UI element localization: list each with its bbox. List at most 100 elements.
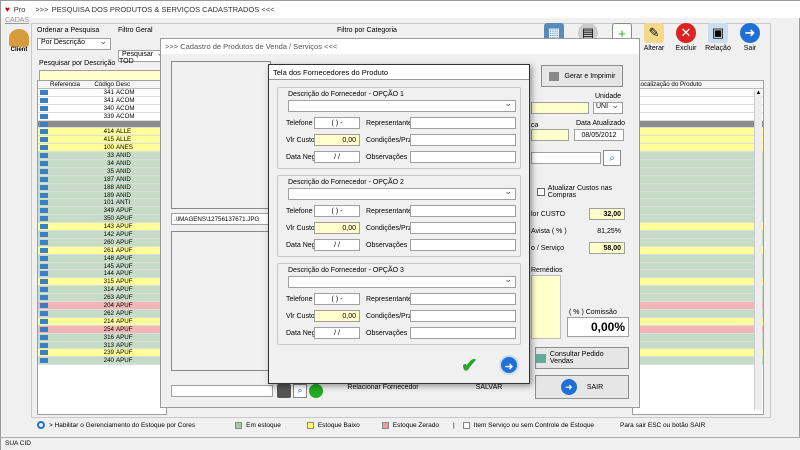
table-row[interactable]: 349 APUF: [38, 207, 166, 216]
product-image-box[interactable]: [171, 61, 271, 209]
table-row-right[interactable]: [633, 144, 763, 153]
table-row-right[interactable]: [633, 246, 763, 255]
table-row-right[interactable]: [633, 96, 763, 105]
table-row[interactable]: 142 APUF: [38, 231, 166, 239]
table-row[interactable]: 34 ANID: [38, 160, 166, 168]
table-row[interactable]: 35 ANID: [38, 167, 166, 176]
vlr-custo-field[interactable]: 0,00: [314, 134, 360, 146]
table-row-right[interactable]: [633, 191, 763, 200]
table-row-right[interactable]: [633, 262, 763, 271]
search-button[interactable]: ⌕: [603, 150, 621, 166]
table-row-right[interactable]: [633, 349, 763, 358]
table-row[interactable]: 262 APUF: [38, 309, 166, 318]
grid-scrollbar[interactable]: ▲: [754, 90, 762, 410]
products-grid[interactable]: Referencia Código Desc 341 ACOM 341 ACOM 340…: [37, 80, 167, 415]
table-row[interactable]: 340 ACOM: [38, 104, 166, 113]
toolbar-alterar-button[interactable]: ✎ Alterar: [639, 23, 669, 59]
telefone-field[interactable]: ( ) -: [314, 293, 360, 305]
client-button[interactable]: Client: [5, 29, 33, 61]
unidade-select[interactable]: UNI: [593, 100, 623, 114]
remedios-area[interactable]: [531, 275, 561, 339]
table-row[interactable]: 339 ACOM: [38, 112, 166, 121]
table-row[interactable]: 143 APUF: [38, 223, 166, 232]
scroll-up-icon[interactable]: ▲: [755, 90, 762, 96]
fornecedor-select[interactable]: [288, 274, 516, 288]
table-row[interactable]: 214 APUF: [38, 317, 166, 326]
table-row-right[interactable]: [633, 207, 763, 216]
table-row-right[interactable]: [633, 152, 763, 161]
avista-field[interactable]: 81,25%: [589, 225, 625, 237]
table-row-right[interactable]: [633, 104, 763, 113]
telefone-field[interactable]: ( ) -: [314, 205, 360, 217]
table-row-right[interactable]: [633, 254, 763, 263]
table-row-right[interactable]: [633, 270, 763, 279]
observacoes-field[interactable]: [410, 327, 516, 339]
cadastro-sair-button[interactable]: ➜ SAIR: [535, 375, 629, 399]
table-row-right[interactable]: [633, 302, 763, 310]
table-row[interactable]: 101 ANTI: [38, 199, 166, 208]
image-path-field[interactable]: .\IMAGENS\12756137671.JPG: [171, 213, 271, 225]
representante-field[interactable]: [410, 293, 516, 305]
table-row[interactable]: 341 ACOM: [38, 96, 166, 105]
habilitar-radio-icon[interactable]: [37, 421, 45, 429]
table-row[interactable]: 254 APUF: [38, 325, 166, 334]
ordenar-select[interactable]: Por Descrição: [37, 36, 111, 50]
table-row-right[interactable]: [633, 286, 763, 295]
vlr-custo-field[interactable]: 0,00: [314, 310, 360, 322]
data-neg-field[interactable]: / /: [314, 151, 360, 163]
table-row[interactable]: 239 APUF: [38, 349, 166, 358]
table-row[interactable]: 189 ANID: [38, 191, 166, 200]
header-desc[interactable]: Desc: [114, 81, 130, 88]
second-image-box[interactable]: [171, 231, 271, 371]
table-row[interactable]: 415 ALLE: [38, 136, 166, 145]
table-row-right[interactable]: [633, 199, 763, 208]
table-row[interactable]: 314 APUF: [38, 286, 166, 295]
gerar-imprimir-button[interactable]: Gerar e Imprimir: [541, 65, 623, 87]
table-row-right[interactable]: [633, 317, 763, 326]
zoom-icon[interactable]: ⌕: [293, 384, 307, 398]
table-row[interactable]: 144 APUF: [38, 270, 166, 279]
observacoes-field[interactable]: [410, 151, 516, 163]
ca-field[interactable]: [531, 129, 569, 141]
header-localizacao[interactable]: Localização do Produto: [633, 81, 763, 89]
atualizar-custos-checkbox[interactable]: Atualizar Custos nas Compras: [537, 185, 639, 199]
table-row[interactable]: 100 ANES: [38, 144, 166, 153]
header-referencia[interactable]: Referencia: [38, 81, 86, 88]
table-row-right[interactable]: [633, 309, 763, 318]
vlr-custo-field[interactable]: 0,00: [314, 222, 360, 234]
condicoes-field[interactable]: [410, 222, 516, 234]
table-row-right[interactable]: [633, 278, 763, 287]
custo-field[interactable]: 32,00: [589, 208, 625, 220]
table-row-right[interactable]: [633, 215, 763, 224]
toolbar-sair-button[interactable]: ➜ Sair: [735, 23, 765, 59]
table-row[interactable]: 145 APUF: [38, 262, 166, 271]
data-neg-field[interactable]: / /: [314, 327, 360, 339]
table-row[interactable]: [38, 120, 166, 129]
table-row[interactable]: 316 APUF: [38, 333, 166, 342]
table-row-right[interactable]: [633, 223, 763, 232]
table-row[interactable]: 204 APUF: [38, 302, 166, 310]
table-row[interactable]: 341 ACOM: [38, 89, 166, 97]
telefone-field[interactable]: ( ) -: [314, 117, 360, 129]
table-row[interactable]: 350 APUF: [38, 215, 166, 224]
condicoes-field[interactable]: [410, 134, 516, 146]
table-row-right[interactable]: [633, 128, 763, 137]
table-row[interactable]: 261 APUF: [38, 246, 166, 255]
table-row-right[interactable]: [633, 175, 763, 184]
toolbar-relacao-button[interactable]: ▣ Relação: [703, 23, 733, 59]
table-row-right[interactable]: [633, 333, 763, 342]
table-row-right[interactable]: [633, 341, 763, 350]
table-row[interactable]: 315 APUF: [38, 278, 166, 287]
confirm-button[interactable]: ✔: [461, 355, 485, 377]
habilitar-label[interactable]: > Habilitar o Gerenciamento do Estoque p…: [49, 422, 195, 429]
representante-field[interactable]: [410, 117, 516, 129]
consultar-pedido-button[interactable]: Consultar Pedido Vendas: [535, 347, 629, 369]
table-row-right[interactable]: [633, 112, 763, 121]
refresh-icon[interactable]: [309, 384, 323, 398]
comissao-field[interactable]: 0,00%: [567, 317, 629, 337]
condicoes-field[interactable]: [410, 310, 516, 322]
fornecedor-select[interactable]: [288, 98, 516, 112]
table-row-right[interactable]: [633, 325, 763, 334]
table-row-right[interactable]: [633, 357, 763, 366]
table-row-right[interactable]: [633, 183, 763, 192]
